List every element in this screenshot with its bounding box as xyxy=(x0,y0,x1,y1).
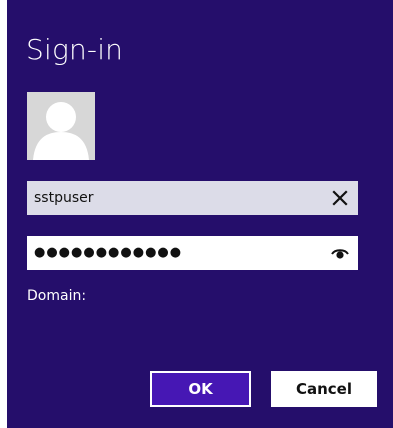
user-avatar xyxy=(27,92,95,160)
domain-label: Domain: xyxy=(27,288,87,304)
username-value[interactable]: sstpuser xyxy=(34,181,94,215)
cancel-button[interactable]: Cancel xyxy=(271,371,377,407)
eye-icon[interactable] xyxy=(328,241,352,265)
user-silhouette-icon xyxy=(27,92,95,160)
password-field[interactable]: ●●●●●●●●●●●● xyxy=(27,236,358,270)
close-icon[interactable] xyxy=(328,186,352,210)
username-field[interactable]: sstpuser xyxy=(27,181,358,215)
dialog-title: Sign-in xyxy=(26,33,124,66)
ok-button[interactable]: OK xyxy=(150,371,251,407)
password-masked-value[interactable]: ●●●●●●●●●●●● xyxy=(34,236,182,270)
sign-in-dialog: Sign-in sstpuser ●●●●●●●●●●●● Domain: OK… xyxy=(7,0,393,428)
